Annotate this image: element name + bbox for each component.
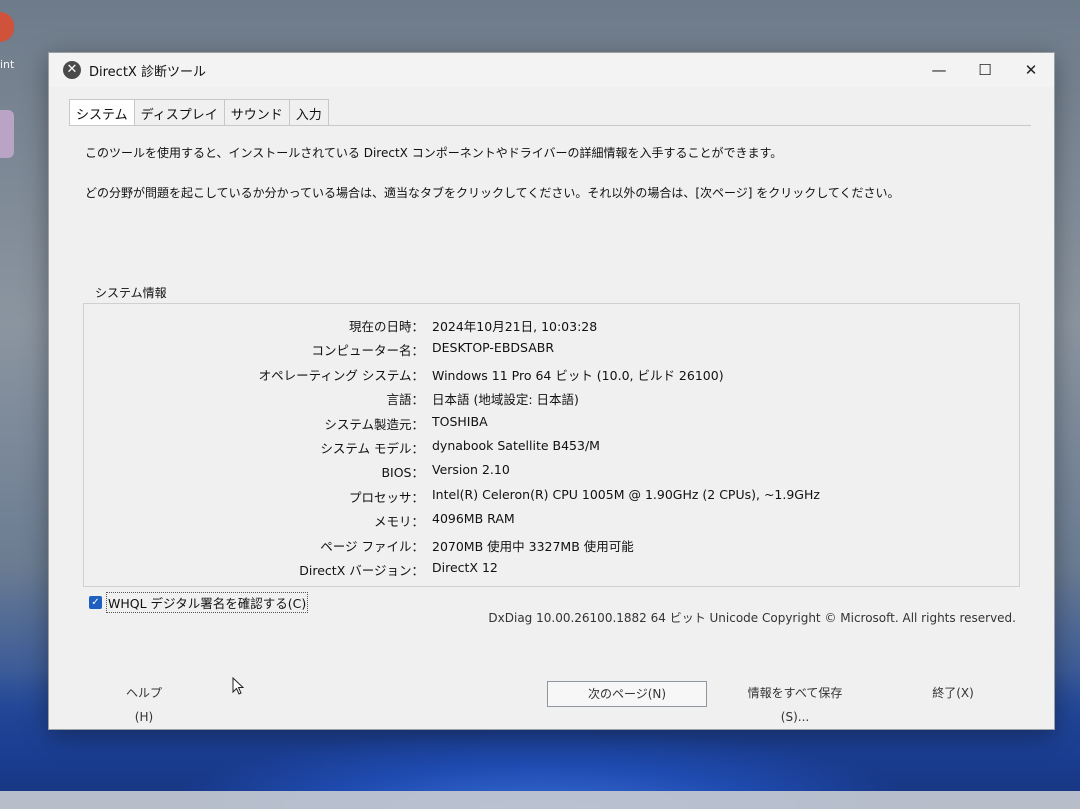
info-row: プロセッサ： Intel(R) Celeron(R) CPU 1005M @ 1… [84,487,820,507]
info-row: オペレーティング システム： Windows 11 Pro 64 ビット (10… [84,365,784,385]
info-label: DirectX バージョン： [299,563,424,578]
directx-icon: ✕ [63,61,81,79]
system-info-group: 現在の日時： 2024年10月21日, 10:03:28 コンピューター名： D… [83,303,1020,587]
info-row: DirectX バージョン： DirectX 12 [84,560,784,580]
next-page-button[interactable]: 次のページ(N) [547,681,707,707]
info-value: dynabook Satellite B453/M [432,438,600,453]
info-value: 4096MB RAM [432,511,515,526]
info-label: システム製造元： [324,417,424,432]
maximize-button[interactable]: ☐ [962,53,1008,87]
info-row: システム モデル： dynabook Satellite B453/M [84,438,784,458]
info-value: Intel(R) Celeron(R) CPU 1005M @ 1.90GHz … [432,487,820,502]
desktop-app-icon[interactable] [0,110,14,158]
intro-text: どの分野が問題を起こしているか分かっている場合は、適当なタブをクリックしてくださ… [85,186,900,200]
exit-button[interactable]: 終了(X) [929,681,977,705]
intro-text: このツールを使用すると、インストールされている DirectX コンポーネントや… [85,146,783,160]
desktop-app-icon[interactable] [0,12,14,42]
mouse-cursor-icon [232,677,244,695]
info-value: 日本語 (地域設定: 日本語) [432,392,579,407]
system-info-title: システム情報 [91,284,171,301]
taskbar [0,791,1080,809]
dxdiag-window: ✕ DirectX 診断ツール — ☐ ✕ システム ディスプレイ サウンド 入… [48,52,1055,730]
help-button[interactable]: ヘルプ(H) [117,681,171,724]
info-label: メモリ： [373,514,424,529]
info-row: 言語： 日本語 (地域設定: 日本語) [84,389,784,409]
whql-checkbox[interactable]: ✓ WHQL デジタル署名を確認する(C) [89,592,309,613]
info-label: 現在の日時： [348,319,424,334]
info-value: DirectX 12 [432,560,498,575]
info-value: TOSHIBA [432,414,488,429]
system-tab-panel: このツールを使用すると、インストールされている DirectX コンポーネントや… [69,125,1031,646]
close-button[interactable]: ✕ [1008,53,1054,87]
info-label: システム モデル： [320,441,424,456]
info-row: メモリ： 4096MB RAM [84,511,784,531]
whql-label[interactable]: WHQL デジタル署名を確認する(C) [106,592,309,613]
info-label: オペレーティング システム： [258,368,424,383]
info-label: ページ ファイル： [320,539,424,554]
copyright-text: DxDiag 10.00.26100.1882 64 ビット Unicode C… [488,611,1016,625]
info-label: BIOS： [381,465,424,480]
info-value: Version 2.10 [432,462,510,477]
info-label: 言語： [386,392,424,407]
info-value: 2070MB 使用中 3327MB 使用可能 [432,539,634,554]
info-row: 現在の日時： 2024年10月21日, 10:03:28 [84,316,784,336]
info-label: プロセッサ： [348,490,424,505]
info-value: DESKTOP-EBDSABR [432,340,555,355]
desktop-icon-label: int [0,58,15,71]
info-row: ページ ファイル： 2070MB 使用中 3327MB 使用可能 [84,536,784,556]
info-row: システム製造元： TOSHIBA [84,414,784,434]
info-row: BIOS： Version 2.10 [84,462,784,482]
minimize-button[interactable]: — [916,53,962,87]
save-all-button[interactable]: 情報をすべて保存(S)... [735,681,855,724]
checkmark-icon[interactable]: ✓ [89,596,102,609]
title-bar[interactable]: ✕ DirectX 診断ツール — ☐ ✕ [49,53,1054,87]
info-value: Windows 11 Pro 64 ビット (10.0, ビルド 26100) [432,368,724,383]
info-row: コンピューター名： DESKTOP-EBDSABR [84,340,784,360]
info-value: 2024年10月21日, 10:03:28 [432,319,598,334]
info-label: コンピューター名： [311,343,424,358]
window-title: DirectX 診断ツール [89,65,206,80]
